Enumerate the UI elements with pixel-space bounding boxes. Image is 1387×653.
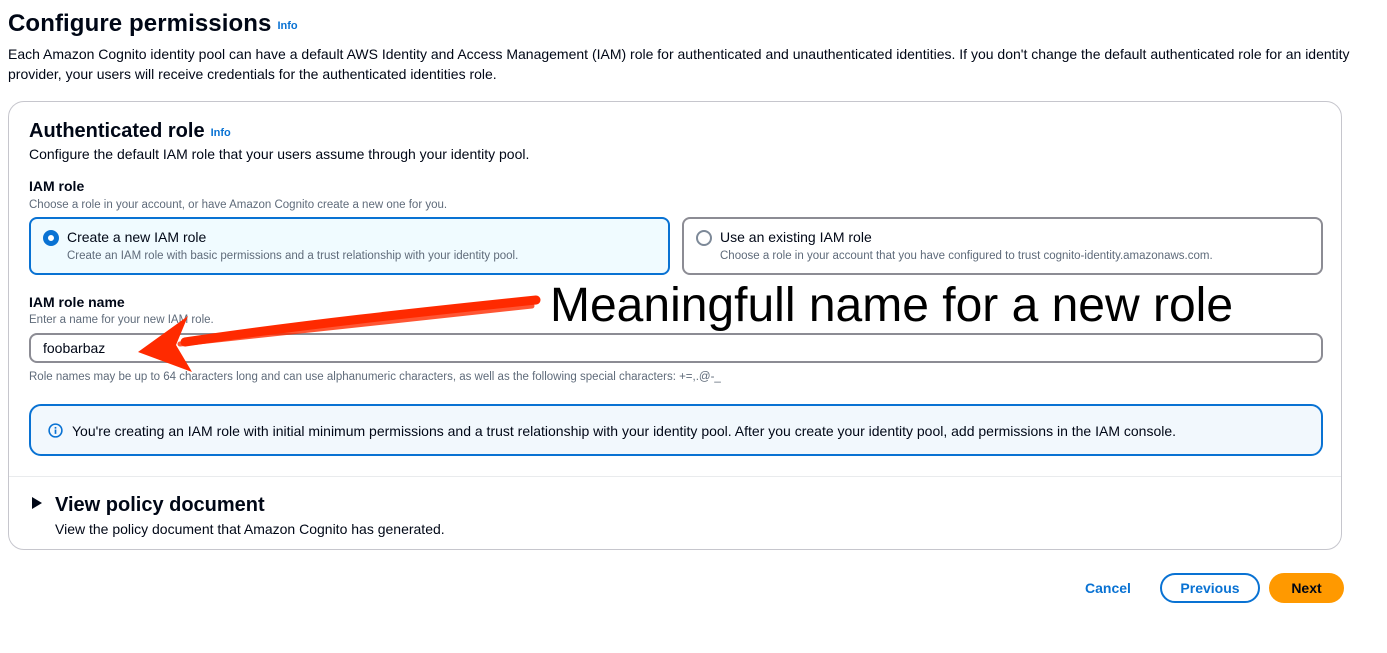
annotation-text: Meaningfull name for a new role xyxy=(550,279,1234,332)
page-title-row: Configure permissions Info xyxy=(8,10,1353,38)
role-name-label: IAM role name xyxy=(29,294,125,310)
use-existing-role-radio[interactable] xyxy=(696,230,712,246)
role-name-constraint: Role names may be up to 64 characters lo… xyxy=(29,371,721,383)
iam-role-description: Choose a role in your account, or have A… xyxy=(29,199,448,211)
info-alert: You're creating an IAM role with initial… xyxy=(29,404,1323,456)
role-name-input[interactable] xyxy=(29,333,1323,363)
caret-right-icon[interactable] xyxy=(31,496,43,510)
policy-document-description: View the policy document that Amazon Cog… xyxy=(55,521,445,537)
section-description: Configure the default IAM role that your… xyxy=(29,146,530,162)
divider xyxy=(9,476,1341,477)
next-button[interactable]: Next xyxy=(1269,573,1344,603)
iam-role-label: IAM role xyxy=(29,178,85,194)
use-existing-role-description: Choose a role in your account that you h… xyxy=(720,250,1213,262)
alert-text: You're creating an IAM role with initial… xyxy=(72,423,1177,439)
section-info-link[interactable]: Info xyxy=(211,127,231,139)
page-description: Each Amazon Cognito identity pool can ha… xyxy=(8,46,1350,82)
create-new-role-radio[interactable] xyxy=(43,230,59,246)
policy-document-expander[interactable]: View policy document xyxy=(55,494,265,517)
cancel-button[interactable]: Cancel xyxy=(1074,573,1142,603)
section-title-row: Authenticated role Info xyxy=(29,120,231,143)
previous-button[interactable]: Previous xyxy=(1160,573,1260,603)
info-link[interactable]: Info xyxy=(277,20,297,32)
role-name-description: Enter a name for your new IAM role. xyxy=(29,314,214,326)
create-new-role-tile[interactable]: Create a new IAM role Create an IAM role… xyxy=(29,217,670,275)
section-title: Authenticated role xyxy=(29,120,205,142)
create-new-role-label: Create a new IAM role xyxy=(67,229,207,245)
use-existing-role-tile[interactable]: Use an existing IAM role Choose a role i… xyxy=(682,217,1323,275)
page-title: Configure permissions xyxy=(8,10,272,37)
info-icon xyxy=(48,423,63,438)
use-existing-role-label: Use an existing IAM role xyxy=(720,229,872,245)
create-new-role-description: Create an IAM role with basic permission… xyxy=(67,250,519,262)
page-header: Configure permissions Info Each Amazon Co… xyxy=(8,10,1353,84)
